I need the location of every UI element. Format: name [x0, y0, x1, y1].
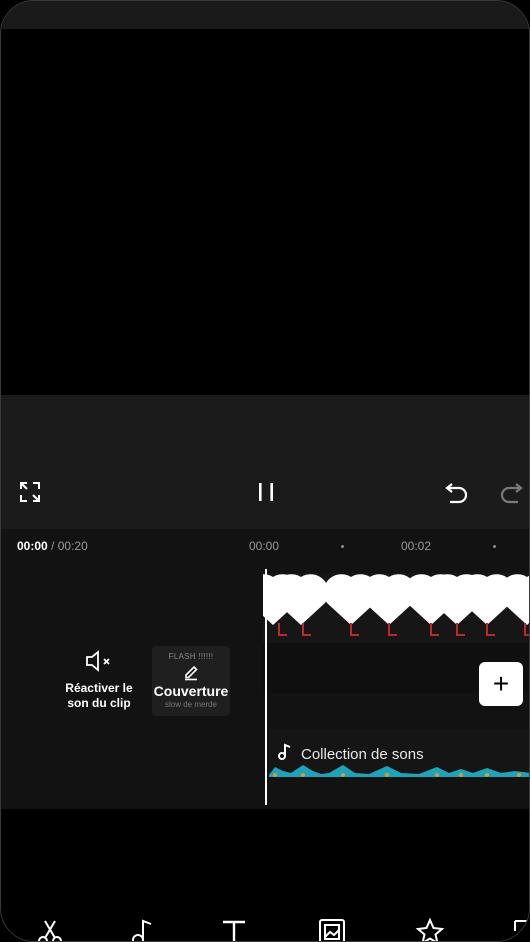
audio-track[interactable]: Collection de sons: [269, 729, 529, 777]
total-time: 00:20: [57, 539, 88, 553]
add-clip-button[interactable]: +: [479, 662, 523, 706]
balloon-thumb: [273, 574, 329, 625]
pause-icon[interactable]: [253, 479, 279, 505]
current-time: 00:00: [17, 539, 48, 553]
cover-label: Couverture: [153, 683, 229, 699]
ruler-dot: [341, 545, 344, 548]
audio-waveform: [269, 765, 529, 777]
unmute-label-line2: son du clip: [67, 696, 131, 710]
music-note-icon[interactable]: [125, 915, 159, 941]
ruler-mark: 00:00: [249, 539, 280, 553]
cover-tag: FLASH !!!!!!: [168, 652, 214, 661]
device-frame: 00:00 / 00:20 00:00 00:02 Réactiver le s…: [0, 0, 530, 942]
cover-button[interactable]: FLASH !!!!!! Couverture slow de merde: [152, 646, 230, 716]
bottom-toolbar: [1, 809, 529, 941]
unmute-label-line1: Réactiver le: [65, 681, 133, 695]
timeline-editor: 00:00 / 00:20 00:00 00:02 Réactiver le s…: [1, 529, 529, 809]
audio-title-label: Collection de sons: [301, 745, 424, 763]
status-strip: [1, 1, 529, 29]
balloon-frames: [263, 574, 529, 636]
effects-star-icon[interactable]: [413, 915, 447, 941]
time-readout: 00:00 / 00:20: [17, 539, 88, 553]
pencil-icon: [152, 663, 230, 681]
aspect-ratio-icon[interactable]: [501, 915, 529, 941]
text-icon[interactable]: [217, 915, 251, 941]
cover-sublabel: slow de merde: [164, 700, 218, 709]
video-preview[interactable]: [4, 29, 528, 395]
ruler-dot: [493, 545, 496, 548]
redo-icon[interactable]: [497, 479, 525, 505]
ruler-mark: 00:02: [401, 539, 432, 553]
video-clip-thumbnails: [263, 573, 529, 643]
unmute-clip-button[interactable]: Réactiver le son du clip: [57, 649, 141, 711]
image-overlay-icon[interactable]: [315, 915, 349, 941]
undo-icon[interactable]: [443, 479, 471, 505]
scissors-icon[interactable]: [33, 915, 67, 941]
playback-controls: [1, 461, 529, 529]
balloon-thumb: [499, 574, 529, 625]
time-separator: /: [47, 539, 58, 553]
playhead[interactable]: [265, 569, 267, 805]
fullscreen-icon[interactable]: [17, 479, 43, 505]
speaker-muted-icon: [57, 649, 141, 673]
